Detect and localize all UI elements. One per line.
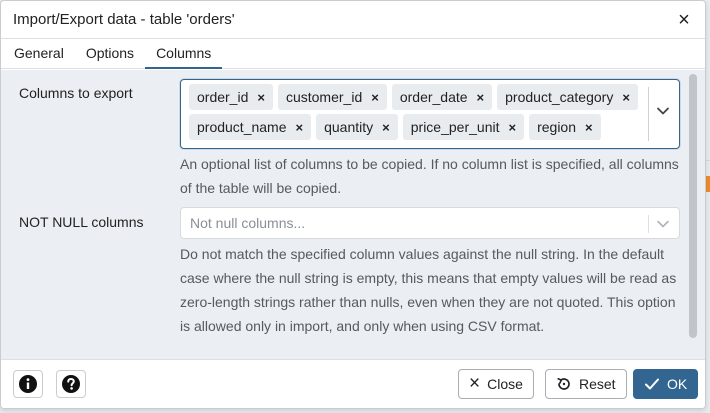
close-icon[interactable]: × xyxy=(675,10,693,30)
chip-label: quantity xyxy=(324,119,374,135)
reset-button-label: Reset xyxy=(579,376,616,392)
column-chip: region × xyxy=(529,114,601,140)
tab-columns[interactable]: Columns xyxy=(145,45,223,69)
dialog-titlebar: Import/Export data - table 'orders' × xyxy=(1,1,705,39)
selected-columns: order_id × customer_id × order_date × produ… xyxy=(189,84,649,140)
chip-label: region xyxy=(537,119,576,135)
remove-chip-icon[interactable]: × xyxy=(508,121,516,134)
chip-label: price_per_unit xyxy=(410,119,500,135)
columns-to-export-label: Columns to export xyxy=(19,85,133,101)
reset-icon xyxy=(557,378,570,390)
not-null-columns-placeholder: Not null columns... xyxy=(190,215,306,231)
remove-chip-icon[interactable]: × xyxy=(257,91,265,104)
not-null-columns-label: NOT NULL columns xyxy=(19,214,144,230)
remove-chip-icon[interactable]: × xyxy=(382,121,390,134)
tab-bar: General Options Columns xyxy=(1,39,705,69)
remove-chip-icon[interactable]: × xyxy=(296,121,304,134)
not-null-columns-select[interactable]: Not null columns... xyxy=(180,207,680,239)
close-icon: × xyxy=(469,373,481,394)
tab-options[interactable]: Options xyxy=(75,45,145,68)
reset-button[interactable]: Reset xyxy=(545,369,627,399)
column-chip: price_per_unit × xyxy=(402,114,525,140)
remove-chip-icon[interactable]: × xyxy=(622,91,630,104)
chip-label: order_id xyxy=(197,89,249,105)
chevron-down-icon[interactable] xyxy=(656,217,670,231)
columns-to-export-help: An optional list of columns to be copied… xyxy=(180,156,679,196)
not-null-columns-help: Do not match the specified column values… xyxy=(180,246,677,334)
remove-chip-icon[interactable]: × xyxy=(477,91,485,104)
dialog-footer: × Close Reset OK xyxy=(1,359,705,408)
column-chip: customer_id × xyxy=(277,84,387,110)
scrollbar-thumb[interactable] xyxy=(689,74,697,338)
chip-label: product_name xyxy=(197,119,287,135)
chip-label: customer_id xyxy=(285,89,363,105)
column-chip: order_date × xyxy=(391,84,493,110)
chip-label: order_date xyxy=(399,89,468,105)
import-export-dialog: Import/Export data - table 'orders' × Ge… xyxy=(0,0,706,409)
ok-button[interactable]: OK xyxy=(633,369,699,399)
column-chip: product_name × xyxy=(189,114,312,140)
tab-general[interactable]: General xyxy=(3,45,75,68)
help-icon xyxy=(62,375,80,393)
info-icon xyxy=(19,375,37,393)
check-icon xyxy=(645,378,659,390)
chevron-down-icon[interactable] xyxy=(656,104,670,118)
columns-panel: Columns to export order_id × customer_id ×… xyxy=(1,70,705,359)
columns-to-export-select[interactable]: order_id × customer_id × order_date × produ… xyxy=(180,79,680,149)
column-chip: product_category × xyxy=(497,84,638,110)
dialog-title: Import/Export data - table 'orders' xyxy=(13,11,235,28)
ok-button-label: OK xyxy=(667,376,688,392)
column-chip: order_id × xyxy=(189,84,273,110)
select-divider xyxy=(648,87,649,141)
select-divider xyxy=(648,215,649,233)
close-button-label: Close xyxy=(487,376,523,392)
info-button[interactable] xyxy=(13,370,43,398)
help-button[interactable] xyxy=(56,370,86,398)
close-button[interactable]: × Close xyxy=(458,369,534,399)
column-chip: quantity × xyxy=(316,114,398,140)
remove-chip-icon[interactable]: × xyxy=(585,121,593,134)
remove-chip-icon[interactable]: × xyxy=(371,91,379,104)
scrollbar[interactable] xyxy=(687,70,699,359)
chip-label: product_category xyxy=(505,89,614,105)
